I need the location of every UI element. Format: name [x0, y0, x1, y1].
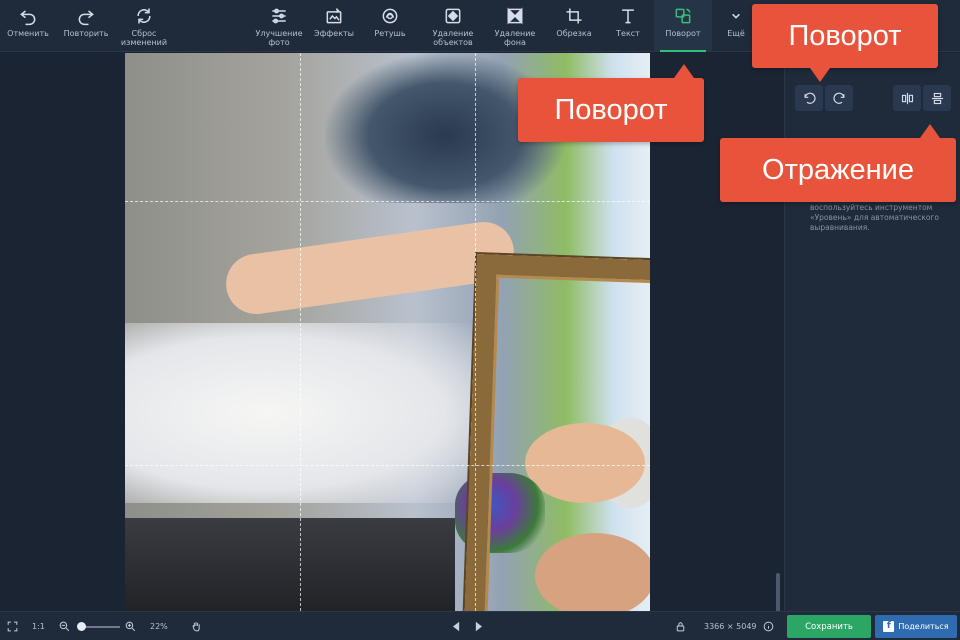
grid-line-vertical-1 [300, 53, 301, 611]
background-removal-label: Удаление фона [494, 29, 536, 47]
effects-button[interactable]: Эффекты [308, 0, 360, 52]
zoom-in-icon [125, 621, 136, 632]
callout-pointer [674, 64, 694, 78]
undo-button[interactable]: Отменить [2, 0, 54, 52]
lock-icon [676, 622, 685, 632]
rotate-icon [675, 8, 691, 24]
background-removal-icon [507, 7, 523, 25]
retouch-icon [382, 8, 398, 24]
flip-vertical-button[interactable] [923, 85, 951, 111]
retouch-button[interactable]: Ретушь [364, 0, 416, 52]
crop-icon [566, 8, 582, 24]
enhance-label: Улучшение фото [255, 29, 303, 47]
callout-pointer [920, 124, 940, 138]
reset-label: Сброс изменений [120, 29, 168, 47]
rotate-tool-label: Поворот [665, 29, 701, 38]
crop-button[interactable]: Обрезка [548, 0, 600, 52]
previous-image-button[interactable] [450, 612, 463, 640]
callout-rotate-top-text: Поворот [788, 19, 902, 52]
flip-horizontal-button[interactable] [893, 85, 921, 111]
sliders-icon [272, 8, 286, 24]
rotate-tool-button[interactable]: Поворот [654, 0, 712, 52]
info-button[interactable] [762, 612, 775, 640]
info-icon [763, 621, 774, 632]
callout-rotate-main-text: Поворот [554, 93, 668, 126]
grid-line-horizontal-2 [125, 465, 650, 466]
callout-rotate-main: Поворот [518, 64, 704, 142]
more-button[interactable]: Ещё [716, 0, 756, 52]
callout-rotate-top: Поворот [752, 4, 938, 82]
object-removal-label: Удаление объектов [432, 29, 474, 47]
undo-icon [20, 10, 36, 26]
zoom-level: 22% [150, 622, 168, 631]
effects-icon [326, 8, 342, 24]
redo-icon [78, 10, 94, 26]
crop-label: Обрезка [556, 29, 592, 38]
zoom-slider-track[interactable] [80, 626, 120, 628]
photo-picture-frame [463, 254, 650, 611]
rotate-right-icon [832, 92, 844, 104]
flip-horizontal-icon [901, 92, 913, 104]
grid-line-vertical-2 [475, 53, 476, 611]
photo-suit [125, 518, 455, 611]
effects-label: Эффекты [314, 29, 354, 38]
zoom-slider-handle[interactable] [77, 622, 86, 631]
lock-button[interactable] [674, 612, 687, 640]
text-button[interactable]: Текст [602, 0, 654, 52]
redo-label: Повторить [63, 29, 109, 38]
undo-label: Отменить [7, 29, 49, 38]
more-label: Ещё [727, 29, 745, 38]
status-bar: 1:1 22% 3366 × 5049 Сохранить f Поделить… [0, 611, 960, 640]
fullscreen-icon [7, 621, 18, 632]
flip-vertical-icon [931, 92, 943, 104]
text-icon [622, 9, 634, 24]
next-image-button[interactable] [472, 612, 485, 640]
chevron-down-icon [732, 13, 740, 19]
zoom-in-button[interactable] [124, 612, 137, 640]
grid-line-horizontal-1 [125, 201, 650, 202]
zoom-out-icon [59, 621, 70, 632]
share-label: Поделиться [898, 622, 949, 631]
callout-mirror: Отражение [720, 124, 956, 202]
hand-icon [192, 622, 200, 632]
hand-tool-button[interactable] [190, 612, 203, 640]
rotate-right-button[interactable] [825, 85, 853, 111]
rotate-left-button[interactable] [795, 85, 823, 111]
rotate-left-icon [804, 92, 816, 104]
facebook-icon: f [883, 621, 895, 632]
reset-button[interactable]: Сброс изменений [116, 0, 172, 52]
retouch-label: Ретушь [374, 29, 406, 38]
text-label: Текст [616, 29, 640, 38]
callout-mirror-text: Отражение [762, 153, 914, 186]
panel-help-text: воспользуйтесь инструментом «Уровень» дл… [810, 203, 940, 232]
triangle-right-icon [475, 621, 483, 632]
redo-button[interactable]: Повторить [58, 0, 114, 52]
actual-size-button[interactable]: 1:1 [32, 612, 45, 640]
image-dimensions: 3366 × 5049 [704, 622, 757, 631]
reset-icon [137, 8, 151, 24]
zoom-out-button[interactable] [58, 612, 71, 640]
background-removal-button[interactable]: Удаление фона [486, 0, 544, 52]
share-button[interactable]: f Поделиться [875, 615, 957, 638]
triangle-left-icon [452, 621, 460, 632]
callout-pointer [810, 68, 830, 82]
object-removal-icon [445, 8, 461, 24]
save-button[interactable]: Сохранить [787, 615, 871, 638]
object-removal-button[interactable]: Удаление объектов [424, 0, 482, 52]
enhance-button[interactable]: Улучшение фото [250, 0, 308, 52]
fit-screen-button[interactable] [6, 612, 19, 640]
